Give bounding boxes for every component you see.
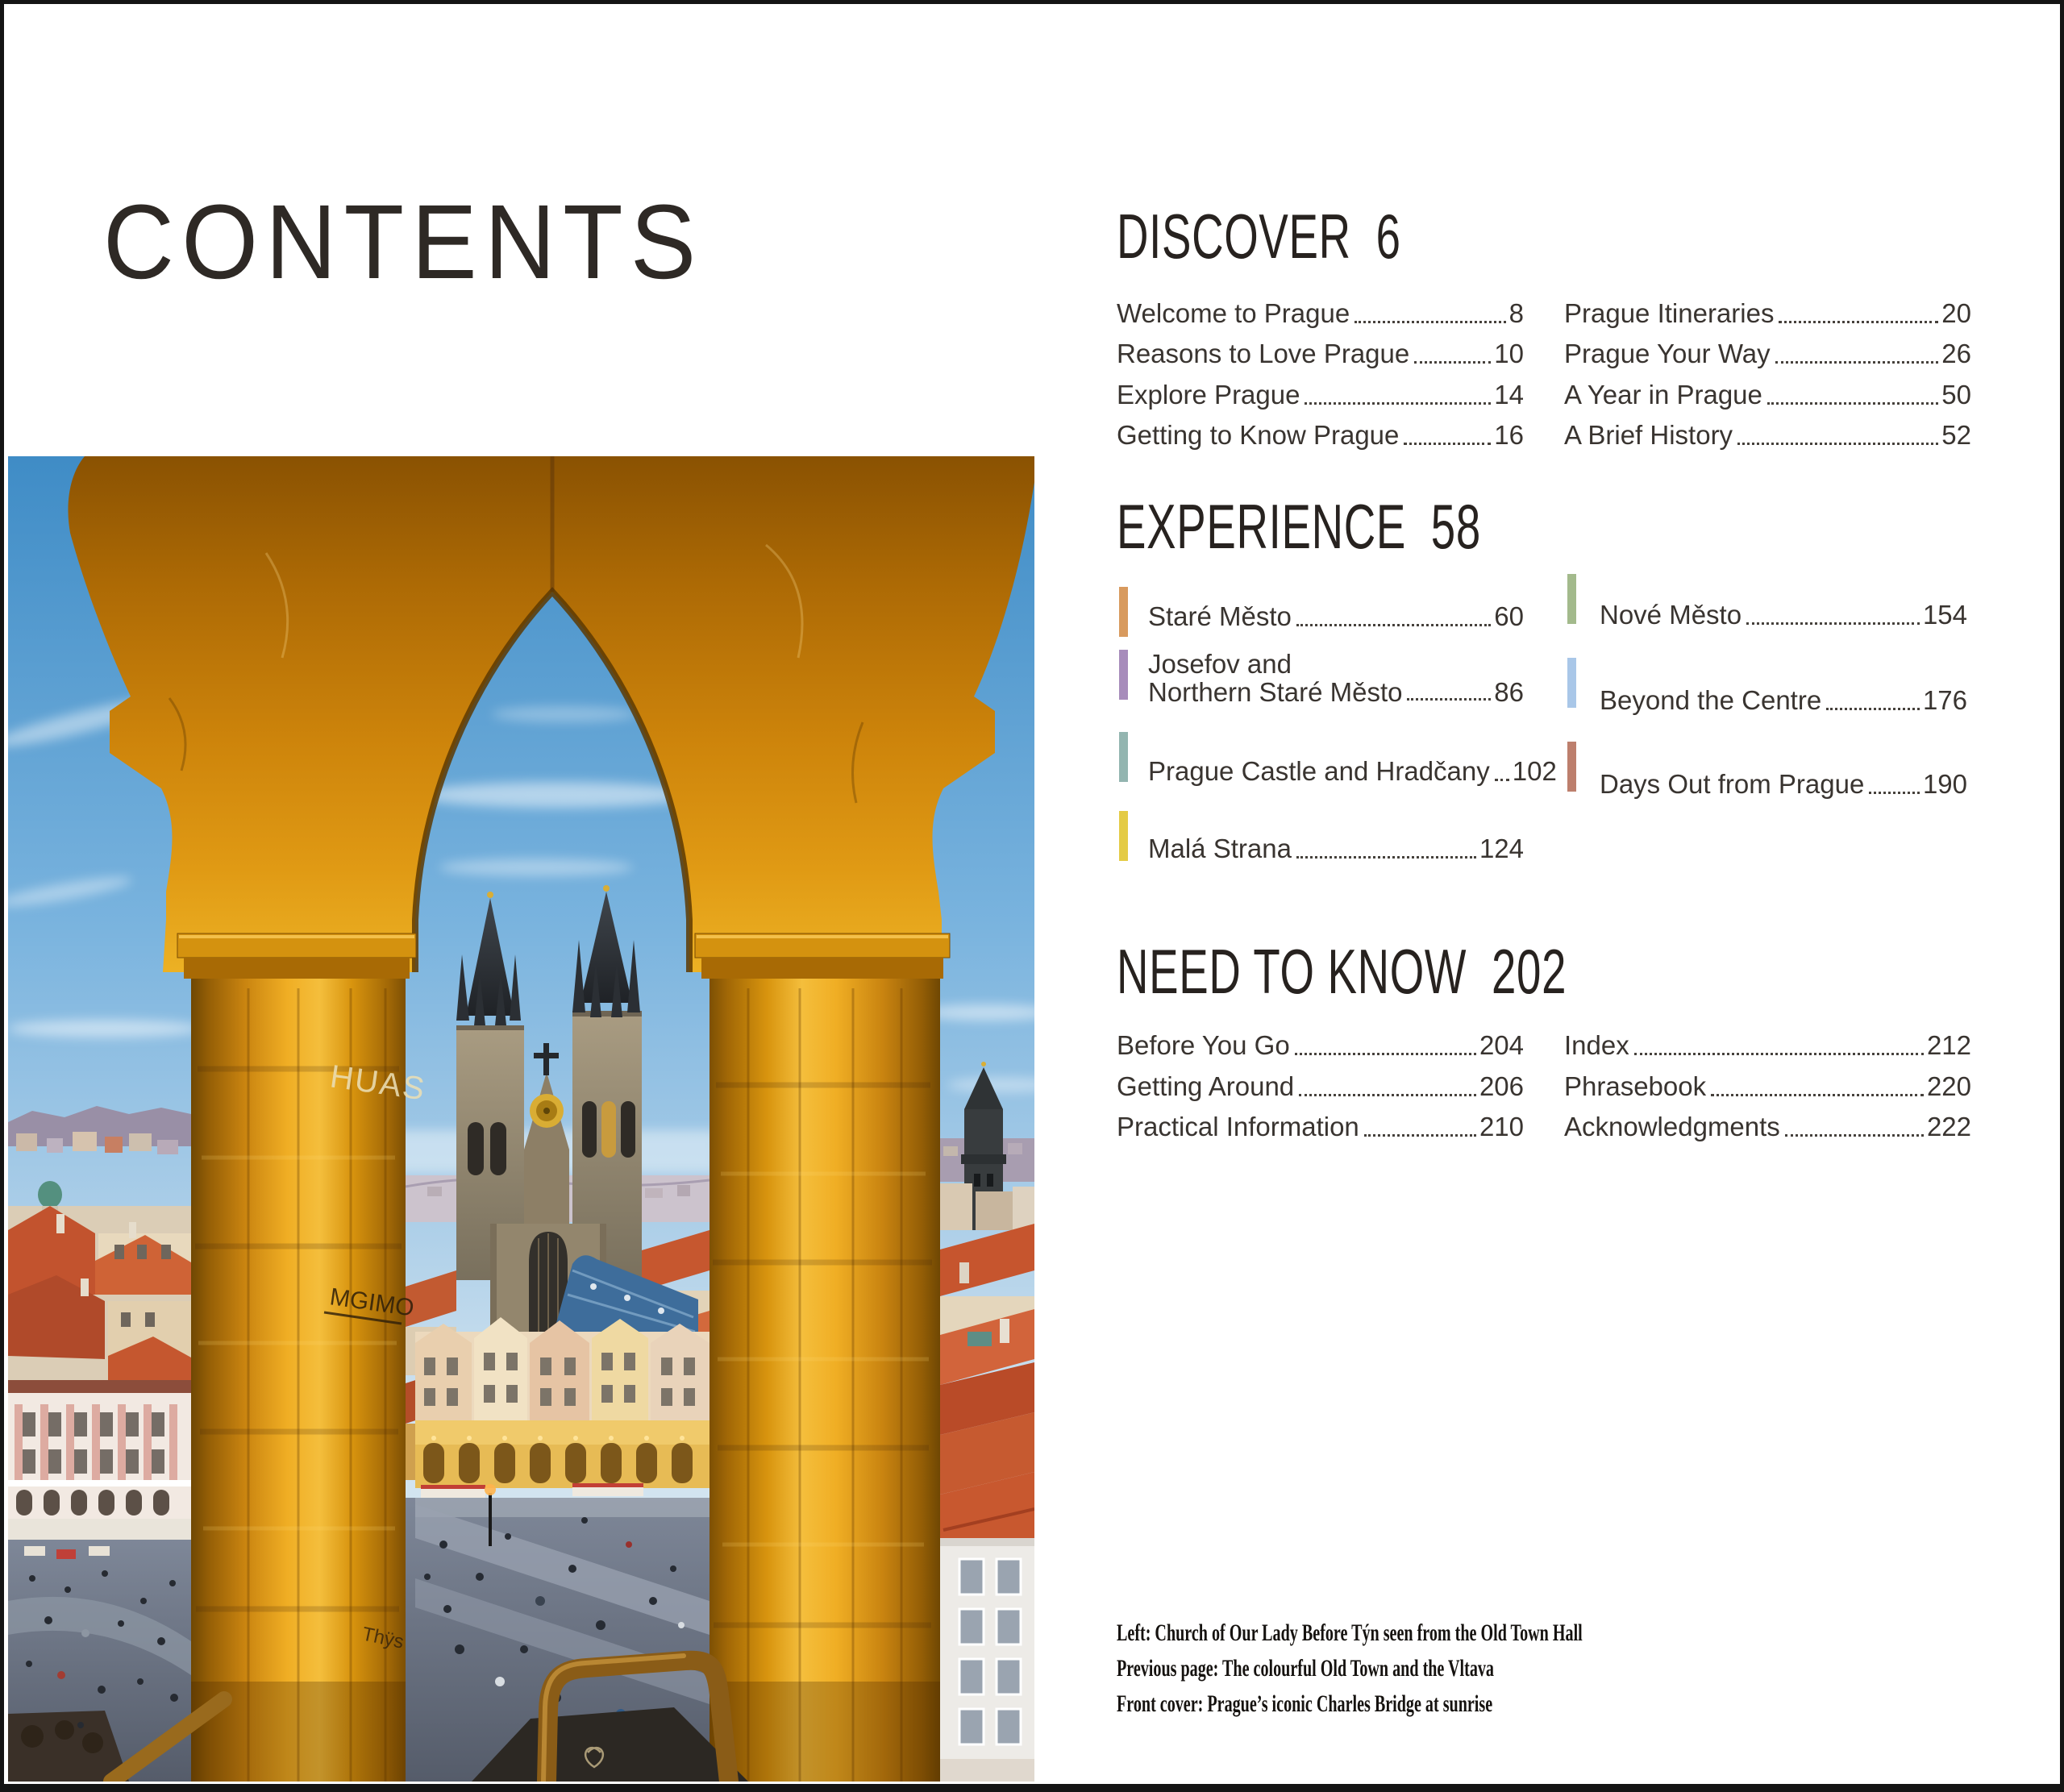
- caption-line: Previous page: The colourful Old Town an…: [1117, 1651, 1613, 1686]
- section-color-bar: [1119, 732, 1128, 782]
- toc-photo: HUAS MGIMO Thÿs: [8, 456, 1034, 1782]
- section-color-bar: [1567, 574, 1576, 624]
- toc-entry: A Brief History52: [1564, 420, 1971, 451]
- dot-leader: [1767, 402, 1938, 405]
- dot-leader: [1414, 361, 1491, 364]
- toc-entry: Beyond the Centre176: [1600, 685, 1967, 716]
- dot-leader: [1404, 443, 1491, 445]
- section-title: DISCOVER: [1117, 200, 1351, 273]
- dot-leader: [1495, 779, 1509, 781]
- prague-photo-illustration: HUAS MGIMO Thÿs: [8, 456, 1034, 1782]
- toc-entry: Welcome to Prague8: [1117, 298, 1524, 329]
- caption-line: Front cover: Prague’s iconic Charles Bri…: [1117, 1686, 1613, 1722]
- section-title: EXPERIENCE: [1117, 490, 1406, 563]
- toc-entry: Getting to Know Prague16: [1117, 420, 1524, 451]
- toc-entry: Practical Information210: [1117, 1112, 1524, 1142]
- toc-entry: Explore Prague14: [1117, 380, 1524, 410]
- toc-entry: Josefov and Northern Staré Město86: [1148, 650, 1524, 706]
- page-title: CONTENTS: [103, 181, 703, 302]
- caption-line: Left: Church of Our Lady Before Týn seen…: [1117, 1615, 1613, 1651]
- toc-entry: Index212: [1564, 1030, 1971, 1061]
- dot-leader: [1296, 624, 1491, 626]
- section-color-bar: [1119, 811, 1128, 861]
- section-title: NEED TO KNOW: [1117, 935, 1467, 1008]
- dot-leader: [1826, 708, 1920, 710]
- dot-leader: [1354, 321, 1505, 323]
- dot-leader: [1869, 792, 1920, 794]
- section-page-number: 58: [1431, 490, 1481, 563]
- section-color-bar: [1119, 587, 1128, 637]
- section-color-bar: [1567, 742, 1576, 792]
- dot-leader: [1746, 622, 1920, 625]
- dot-leader: [1296, 856, 1476, 859]
- toc-entry: A Year in Prague50: [1564, 380, 1971, 410]
- section-page-number: 6: [1376, 200, 1401, 273]
- left-pillar: [177, 933, 416, 1782]
- dot-leader: [1737, 443, 1938, 445]
- toc-entry: Phrasebook220: [1564, 1071, 1971, 1102]
- section-heading-experience: EXPERIENCE 58: [1117, 490, 1481, 563]
- dot-leader: [1775, 361, 1939, 364]
- section-color-bar: [1567, 658, 1576, 708]
- dot-leader: [1364, 1134, 1476, 1137]
- photo-captions: Left: Church of Our Lady Before Týn seen…: [1117, 1615, 1613, 1722]
- toc-entry: Malá Strana124: [1148, 834, 1524, 864]
- section-page-number: 202: [1492, 935, 1567, 1008]
- dot-leader: [1407, 698, 1491, 701]
- dot-leader: [1299, 1094, 1476, 1096]
- toc-entry: Acknowledgments222: [1564, 1112, 1971, 1142]
- toc-entry: Prague Castle and Hradčany102: [1148, 756, 1524, 787]
- dot-leader: [1305, 402, 1491, 405]
- section-color-bar: [1119, 650, 1128, 700]
- toc-entry: Nové Město154: [1600, 600, 1967, 630]
- dot-leader: [1295, 1053, 1476, 1055]
- toc-entry: Staré Město60: [1148, 601, 1524, 632]
- dot-leader: [1785, 1134, 1924, 1137]
- toc-entry: Before You Go204: [1117, 1030, 1524, 1061]
- toc-entry: Days Out from Prague190: [1600, 769, 1967, 800]
- dot-leader: [1634, 1053, 1924, 1055]
- right-cityscape: [940, 1062, 1034, 1782]
- section-heading-discover: DISCOVER 6: [1117, 200, 1401, 273]
- toc-entry: Reasons to Love Prague10: [1117, 339, 1524, 369]
- toc-entry: Getting Around206: [1117, 1071, 1524, 1102]
- toc-entry: Prague Itineraries20: [1564, 298, 1971, 329]
- toc-entry: Prague Your Way26: [1564, 339, 1971, 369]
- right-pillar: [695, 933, 950, 1782]
- section-heading-need-to-know: NEED TO KNOW 202: [1117, 935, 1567, 1008]
- dot-leader: [1711, 1094, 1924, 1096]
- dot-leader: [1779, 321, 1938, 323]
- left-cityscape: [8, 1106, 191, 1782]
